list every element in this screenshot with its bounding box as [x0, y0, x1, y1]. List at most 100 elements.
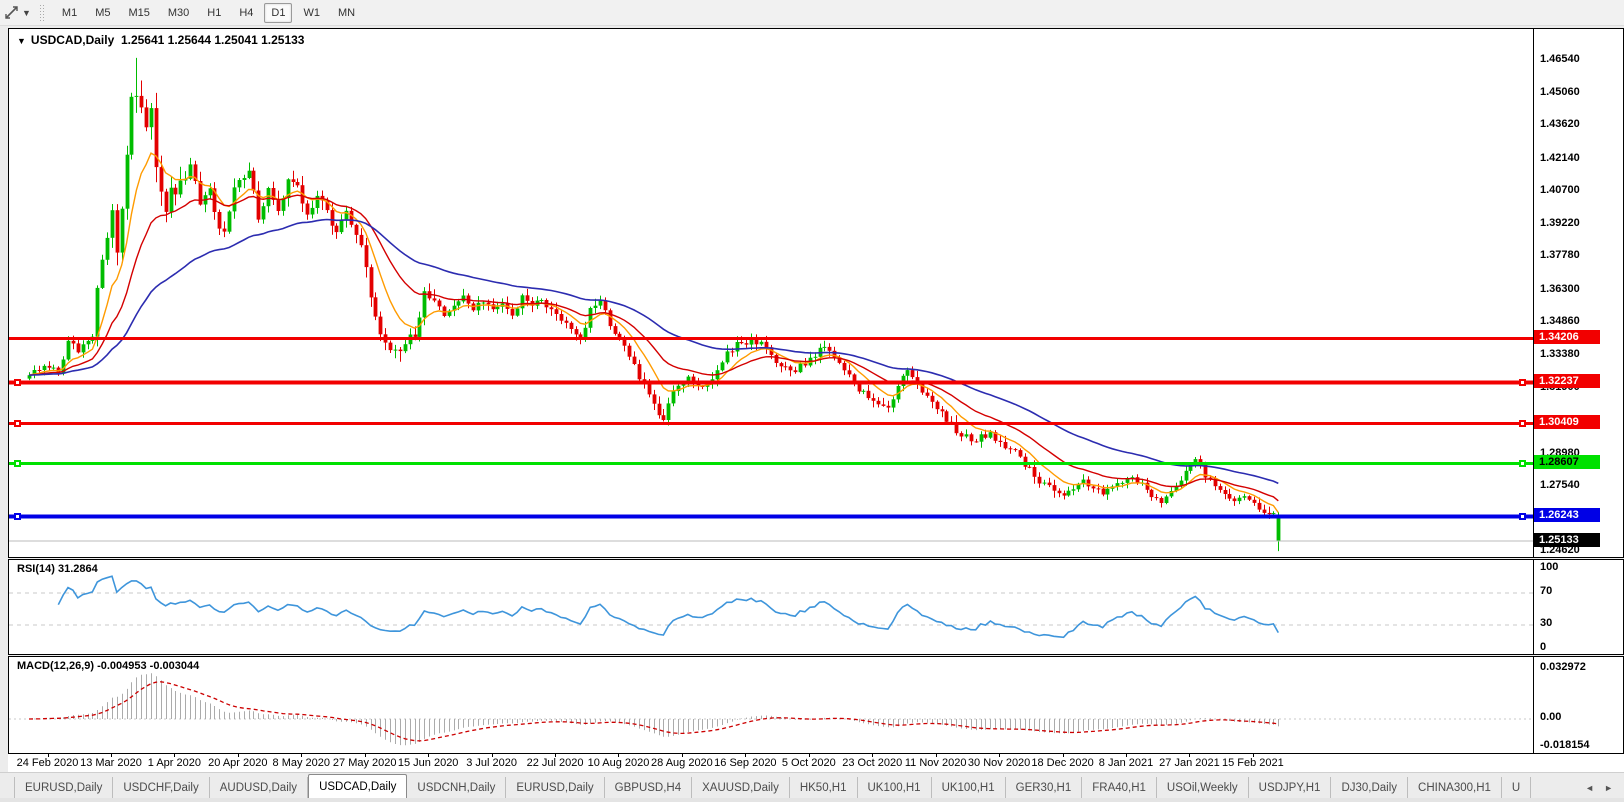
chart-tab-fra40-h1[interactable]: FRA40,H1: [1082, 777, 1157, 798]
crosshair-tool-icon[interactable]: [2, 4, 22, 22]
date-label-13-mar-2020: 13 Mar 2020: [80, 757, 142, 769]
moving-average-21: [28, 194, 1279, 502]
date-label-10-aug-2020: 10 Aug 2020: [587, 757, 650, 769]
time-scale[interactable]: 24 Feb 2020 13 Mar 2020 1 Apr 2020 20 Apr 2…: [8, 754, 1624, 772]
statusbar-strip: [0, 798, 1624, 802]
price-tick-1.27540: 1.27540: [1540, 479, 1580, 491]
date-label-15-jun-2020: 15 Jun 2020: [397, 757, 459, 769]
tab-scroll-right-icon[interactable]: ►: [1599, 781, 1618, 795]
timeframe-button-mn[interactable]: MN: [331, 3, 362, 23]
chart-tab-eurusd-daily[interactable]: EURUSD,Daily: [506, 777, 605, 798]
chart-tab-usoil-weekly[interactable]: USOil,Weekly: [1157, 777, 1249, 798]
chart-tab-uk100-h1[interactable]: UK100,H1: [858, 777, 932, 798]
chart-tab-dj30-daily[interactable]: DJ30,Daily: [1331, 777, 1409, 798]
date-label-11-nov-2020: 11 Nov 2020: [904, 757, 967, 769]
price-tick-1.36300: 1.36300: [1540, 282, 1580, 295]
date-label-27-jan-2021: 27 Jan 2021: [1159, 757, 1220, 769]
tool-dropdown-icon[interactable]: ▼: [22, 8, 31, 18]
timeframe-buttons: M1 M5 M15 M30 H1 H4 D1 W1 MN: [53, 2, 364, 23]
date-label-18-dec-2020: 18 Dec 2020: [1031, 757, 1094, 769]
candlesticks: [27, 57, 1281, 552]
horizontal-level-1.32237[interactable]: [9, 379, 1533, 386]
moving-average-50: [28, 218, 1279, 485]
price-tick-1.42140: 1.42140: [1540, 151, 1580, 164]
chart-header: ▼ USDCAD,Daily 1.25641 1.25644 1.25041 1.…: [17, 33, 304, 47]
macd-panel[interactable]: MACD(12,26,9) -0.004953 -0.003044: [8, 656, 1624, 754]
date-label-20-apr-2020: 20 Apr 2020: [208, 757, 268, 769]
price-tick-1.33380: 1.33380: [1540, 348, 1580, 361]
chart-tab-china300-h1[interactable]: CHINA300,H1: [1408, 777, 1502, 798]
chart-ohlc-quote: 1.25641 1.25644 1.25041 1.25133: [120, 33, 305, 47]
chart-symbol-label: USDCAD,Daily: [30, 33, 115, 47]
level-price-tag-1.32237: 1.32237: [1534, 373, 1600, 388]
rsi-canvas[interactable]: [9, 560, 1624, 654]
level-price-tag-1.34206: 1.34206: [1534, 329, 1600, 344]
macd-tick-0.00: 0.00: [1540, 711, 1562, 723]
macd-canvas[interactable]: [9, 657, 1624, 753]
date-label-15-feb-2021: 15 Feb 2021: [1221, 757, 1284, 769]
level-price-tag-1.26243: 1.26243: [1534, 508, 1600, 523]
chart-tab-u[interactable]: U: [1502, 777, 1532, 798]
current-price-tag: 1.25133: [1534, 532, 1600, 547]
date-label-22-jul-2020: 22 Jul 2020: [526, 757, 584, 769]
date-label-16-sep-2020: 16 Sep 2020: [714, 757, 777, 769]
timeframe-button-h4[interactable]: H4: [232, 3, 260, 23]
rsi-tick-100: 100: [1540, 561, 1559, 573]
date-label-30-nov-2020: 30 Nov 2020: [967, 757, 1031, 769]
price-tick-1.40700: 1.40700: [1540, 183, 1580, 196]
tab-scroll-left-icon[interactable]: ◄: [1580, 781, 1599, 795]
rsi-panel[interactable]: RSI(14) 31.2864: [8, 559, 1624, 655]
rsi-tick-0: 0: [1540, 641, 1547, 653]
symbol-dropdown-icon[interactable]: ▼: [17, 36, 26, 46]
rsi-label: RSI(14) 31.2864: [17, 563, 98, 575]
horizontal-level-1.28607[interactable]: [9, 460, 1533, 467]
chart-tab-audusd-daily[interactable]: AUDUSD,Daily: [210, 777, 309, 798]
timeframe-button-w1[interactable]: W1: [296, 3, 327, 23]
timeframe-toolbar: ▼ M1 M5 M15 M30 H1 H4 D1 W1 MN: [0, 0, 1624, 26]
horizontal-level-1.30409[interactable]: [9, 420, 1533, 427]
timeframe-button-h1[interactable]: H1: [200, 3, 228, 23]
chart-tab-gbpusd-h4[interactable]: GBPUSD,H4: [605, 777, 693, 798]
timeframe-button-m15[interactable]: M15: [121, 3, 156, 23]
macd-histogram: [34, 673, 1279, 746]
price-tick-1.43620: 1.43620: [1540, 118, 1580, 131]
rsi-line: [57, 575, 1279, 639]
date-label-1-apr-2020: 1 Apr 2020: [147, 757, 201, 769]
chart-tab-usdcad-daily[interactable]: USDCAD,Daily: [308, 774, 408, 798]
chart-tab-ger30-h1[interactable]: GER30,H1: [1006, 777, 1083, 798]
price-tick-1.46540: 1.46540: [1540, 53, 1580, 65]
chart-tab-usdcnh-daily[interactable]: USDCNH,Daily: [407, 777, 507, 798]
horizontal-level-1.26243[interactable]: [9, 513, 1533, 520]
price-tick-1.45060: 1.45060: [1540, 86, 1580, 99]
macd-tick-0.032972: 0.032972: [1540, 660, 1586, 673]
chart-tab-uk100-h1[interactable]: UK100,H1: [932, 777, 1006, 798]
chart-tab-hk50-h1[interactable]: HK50,H1: [790, 777, 858, 798]
price-tick-1.34860: 1.34860: [1540, 314, 1580, 327]
macd-label: MACD(12,26,9) -0.004953 -0.003044: [17, 660, 200, 672]
price-chart-canvas[interactable]: [9, 29, 1624, 557]
rsi-tick-30: 30: [1540, 617, 1553, 629]
chart-window: ▼ USDCAD,Daily 1.25641 1.25644 1.25041 1.…: [8, 28, 1624, 772]
date-label-27-may-2020: 27 May 2020: [332, 757, 397, 769]
timeframe-button-m1[interactable]: M1: [55, 3, 84, 23]
chart-tab-usdjpy-h1[interactable]: USDJPY,H1: [1249, 777, 1332, 798]
date-label-3-jul-2020: 3 Jul 2020: [466, 757, 517, 769]
date-label-5-oct-2020: 5 Oct 2020: [781, 757, 836, 769]
date-label-23-oct-2020: 23 Oct 2020: [842, 757, 903, 769]
chart-tab-eurusd-daily[interactable]: EURUSD,Daily: [14, 777, 114, 798]
price-chart-panel[interactable]: ▼ USDCAD,Daily 1.25641 1.25644 1.25041 1.…: [8, 28, 1624, 558]
chart-tab-xauusd-daily[interactable]: XAUUSD,Daily: [692, 777, 790, 798]
rsi-tick-70: 70: [1540, 585, 1553, 597]
chart-tabbar: EURUSD,Daily USDCHF,Daily AUDUSD,Daily USDC…: [0, 772, 1624, 798]
timeframe-button-m5[interactable]: M5: [88, 3, 117, 23]
date-label-24-feb-2020: 24 Feb 2020: [16, 757, 79, 769]
level-price-tag-1.30409: 1.30409: [1534, 414, 1600, 429]
price-tick-1.39220: 1.39220: [1540, 217, 1580, 230]
timeframe-button-m30[interactable]: M30: [161, 3, 196, 23]
toolbar-grip[interactable]: [38, 3, 45, 22]
level-price-tag-1.28607: 1.28607: [1534, 455, 1600, 470]
timeframe-button-d1[interactable]: D1: [264, 2, 293, 23]
date-label-28-aug-2020: 28 Aug 2020: [651, 757, 713, 769]
date-label-8-jan-2021: 8 Jan 2021: [1098, 757, 1154, 769]
chart-tab-usdchf-daily[interactable]: USDCHF,Daily: [113, 777, 210, 798]
